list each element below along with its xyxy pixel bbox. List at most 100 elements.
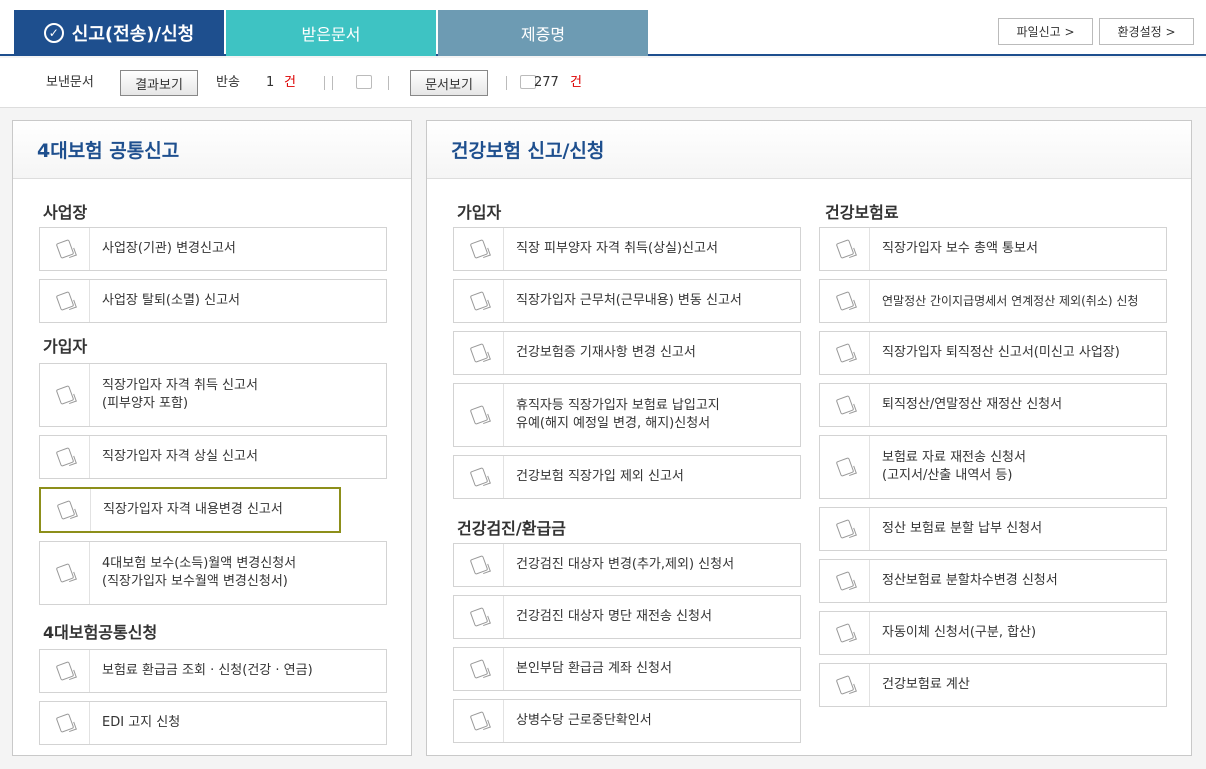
toolbar-divider — [388, 76, 389, 90]
form-icon — [454, 648, 504, 690]
form-item-label: 본인부담 환급금 계좌 신청서 — [516, 661, 672, 676]
form-item[interactable]: 직장가입자 퇴직정산 신고서(미신고 사업장) — [819, 331, 1167, 375]
form-icon — [454, 700, 504, 742]
form-item[interactable]: 사업장(기관) 변경신고서 — [39, 227, 387, 271]
sent-docs-label: 보낸문서 — [46, 75, 94, 90]
form-item-label: 자동이체 신청서(구분, 합산) — [882, 625, 1037, 640]
form-item-label: 휴직자등 직장가입자 보험료 납입고지 유예(해지 예정일 변경, 해지)신청서 — [516, 398, 720, 431]
form-item-label: 사업장(기관) 변경신고서 — [102, 241, 236, 256]
form-item-label: 건강보험 직장가입 제외 신고서 — [516, 469, 684, 484]
envelope-icon — [356, 75, 372, 89]
form-icon — [40, 364, 90, 426]
tab-report-send[interactable]: ✓ 신고(전송)/신청 — [14, 10, 224, 56]
form-icon — [41, 489, 91, 531]
form-item-label: 직장가입자 보수 총액 통보서 — [882, 241, 1038, 256]
form-item-label: 보험료 자료 재전송 신청서 (고지서/산출 내역서 등) — [882, 450, 1026, 483]
health-insurance-panel: 건강보험 신고/신청 가입자 직장 피부양자 자격 취득(상실)신고서 직장가입… — [426, 120, 1192, 756]
env-settings-button[interactable]: 환경설정 > — [1099, 18, 1194, 45]
form-item-label: 상병수당 근로중단확인서 — [516, 713, 652, 728]
document-unit: 건 — [570, 75, 582, 90]
toolbar-divider — [324, 76, 325, 90]
form-icon — [820, 664, 870, 706]
check-circle-icon: ✓ — [43, 23, 64, 43]
form-item[interactable]: 자동이체 신청서(구분, 합산) — [819, 611, 1167, 655]
form-icon — [40, 228, 90, 270]
form-item-label: 직장가입자 자격 상실 신고서 — [102, 449, 258, 464]
form-item[interactable]: 건강검진 대상자 변경(추가,제외) 신청서 — [453, 543, 801, 587]
form-item-label: 정산 보험료 분할 납부 신청서 — [882, 521, 1043, 536]
form-item-label: 직장가입자 퇴직정산 신고서(미신고 사업장) — [882, 345, 1120, 360]
panel-header: 4대보험 공통신고 — [13, 121, 411, 179]
form-item-label: 정산보험료 분할차수변경 신청서 — [882, 573, 1058, 588]
form-icon — [454, 332, 504, 374]
section-label: 건강보험료 — [825, 203, 899, 222]
form-item-label: 직장가입자 자격 취득 신고서 (피부양자 포함) — [102, 378, 258, 411]
document-count: 277 — [534, 75, 559, 90]
form-item[interactable]: 건강보험증 기재사항 변경 신고서 — [453, 331, 801, 375]
form-icon — [820, 332, 870, 374]
form-icon — [454, 596, 504, 638]
form-item[interactable]: 정산보험료 분할차수변경 신청서 — [819, 559, 1167, 603]
form-item[interactable]: 직장가입자 근무처(근무내용) 변동 신고서 — [453, 279, 801, 323]
panel-title: 4대보험 공통신고 — [37, 140, 180, 162]
form-icon — [820, 384, 870, 426]
form-item[interactable]: 건강검진 대상자 명단 재전송 신청서 — [453, 595, 801, 639]
form-item[interactable]: 휴직자등 직장가입자 보험료 납입고지 유예(해지 예정일 변경, 해지)신청서 — [453, 383, 801, 447]
return-count: 1 — [266, 75, 275, 90]
form-icon — [40, 542, 90, 604]
section-label: 가입자 — [43, 337, 88, 356]
view-result-button[interactable]: 결과보기 — [120, 70, 198, 96]
form-item[interactable]: 사업장 탈퇴(소멸) 신고서 — [39, 279, 387, 323]
section-label: 건강검진/환급금 — [457, 519, 566, 538]
form-icon — [40, 650, 90, 692]
form-item[interactable]: 건강보험 직장가입 제외 신고서 — [453, 455, 801, 499]
form-item-label: 건강보험료 계산 — [882, 677, 970, 692]
form-icon — [820, 228, 870, 270]
tab-certificates[interactable]: 제증명 — [438, 10, 648, 56]
form-item[interactable]: 본인부담 환급금 계좌 신청서 — [453, 647, 801, 691]
form-item[interactable]: 보험료 자료 재전송 신청서 (고지서/산출 내역서 등) — [819, 435, 1167, 499]
form-item-label: 건강보험증 기재사항 변경 신고서 — [516, 345, 696, 360]
section-label: 사업장 — [43, 203, 88, 222]
form-item-label: 직장가입자 자격 내용변경 신고서 — [103, 502, 283, 517]
tab-received-documents[interactable]: 받은문서 — [226, 10, 436, 56]
form-item-label: 연말정산 간이지급명세서 연계정산 제외(취소) 신청 — [882, 294, 1139, 308]
form-item[interactable]: 연말정산 간이지급명세서 연계정산 제외(취소) 신청 — [819, 279, 1167, 323]
form-icon — [820, 612, 870, 654]
sub-toolbar: 보낸문서 결과보기 반송 1 건 문서보기 277 건 — [0, 58, 1206, 108]
view-document-button[interactable]: 문서보기 — [410, 70, 488, 96]
toolbar-divider — [332, 76, 333, 90]
form-icon — [454, 228, 504, 270]
form-icon — [454, 280, 504, 322]
form-item[interactable]: 보험료 환급금 조회 · 신청(건강 · 연금) — [39, 649, 387, 693]
form-item[interactable]: 건강보험료 계산 — [819, 663, 1167, 707]
form-item-selected[interactable]: 직장가입자 자격 내용변경 신고서 — [39, 487, 341, 533]
form-icon — [454, 456, 504, 498]
tab-certificates-label: 제증명 — [520, 25, 566, 44]
form-icon — [40, 436, 90, 478]
form-item[interactable]: 상병수당 근로중단확인서 — [453, 699, 801, 743]
return-label: 반송 — [216, 75, 240, 90]
file-report-button[interactable]: 파일신고 > — [998, 18, 1093, 45]
tab-received-label: 받은문서 — [301, 25, 361, 44]
form-item[interactable]: 4대보험 보수(소득)월액 변경신청서 (직장가입자 보수월액 변경신청서) — [39, 541, 387, 605]
form-item[interactable]: 직장가입자 보수 총액 통보서 — [819, 227, 1167, 271]
form-item[interactable]: 퇴직정산/연말정산 재정산 신청서 — [819, 383, 1167, 427]
form-item-label: 건강검진 대상자 변경(추가,제외) 신청서 — [516, 557, 735, 572]
form-icon — [820, 508, 870, 550]
form-item[interactable]: 정산 보험료 분할 납부 신청서 — [819, 507, 1167, 551]
form-icon — [820, 560, 870, 602]
return-unit: 건 — [284, 75, 296, 90]
form-item[interactable]: EDI 고지 신청 — [39, 701, 387, 745]
toolbar-divider — [506, 76, 507, 90]
form-icon — [820, 280, 870, 322]
form-item[interactable]: 직장가입자 자격 취득 신고서 (피부양자 포함) — [39, 363, 387, 427]
form-icon — [454, 544, 504, 586]
form-item-label: 건강검진 대상자 명단 재전송 신청서 — [516, 609, 712, 624]
form-item[interactable]: 직장 피부양자 자격 취득(상실)신고서 — [453, 227, 801, 271]
form-item-label: 4대보험 보수(소득)월액 변경신청서 (직장가입자 보수월액 변경신청서) — [102, 556, 297, 589]
top-tab-bar: ✓ 신고(전송)/신청 받은문서 제증명 파일신고 > 환경설정 > — [0, 0, 1206, 56]
form-item-label: 보험료 환급금 조회 · 신청(건강 · 연금) — [102, 663, 313, 678]
form-item-label: EDI 고지 신청 — [102, 715, 181, 730]
form-item[interactable]: 직장가입자 자격 상실 신고서 — [39, 435, 387, 479]
